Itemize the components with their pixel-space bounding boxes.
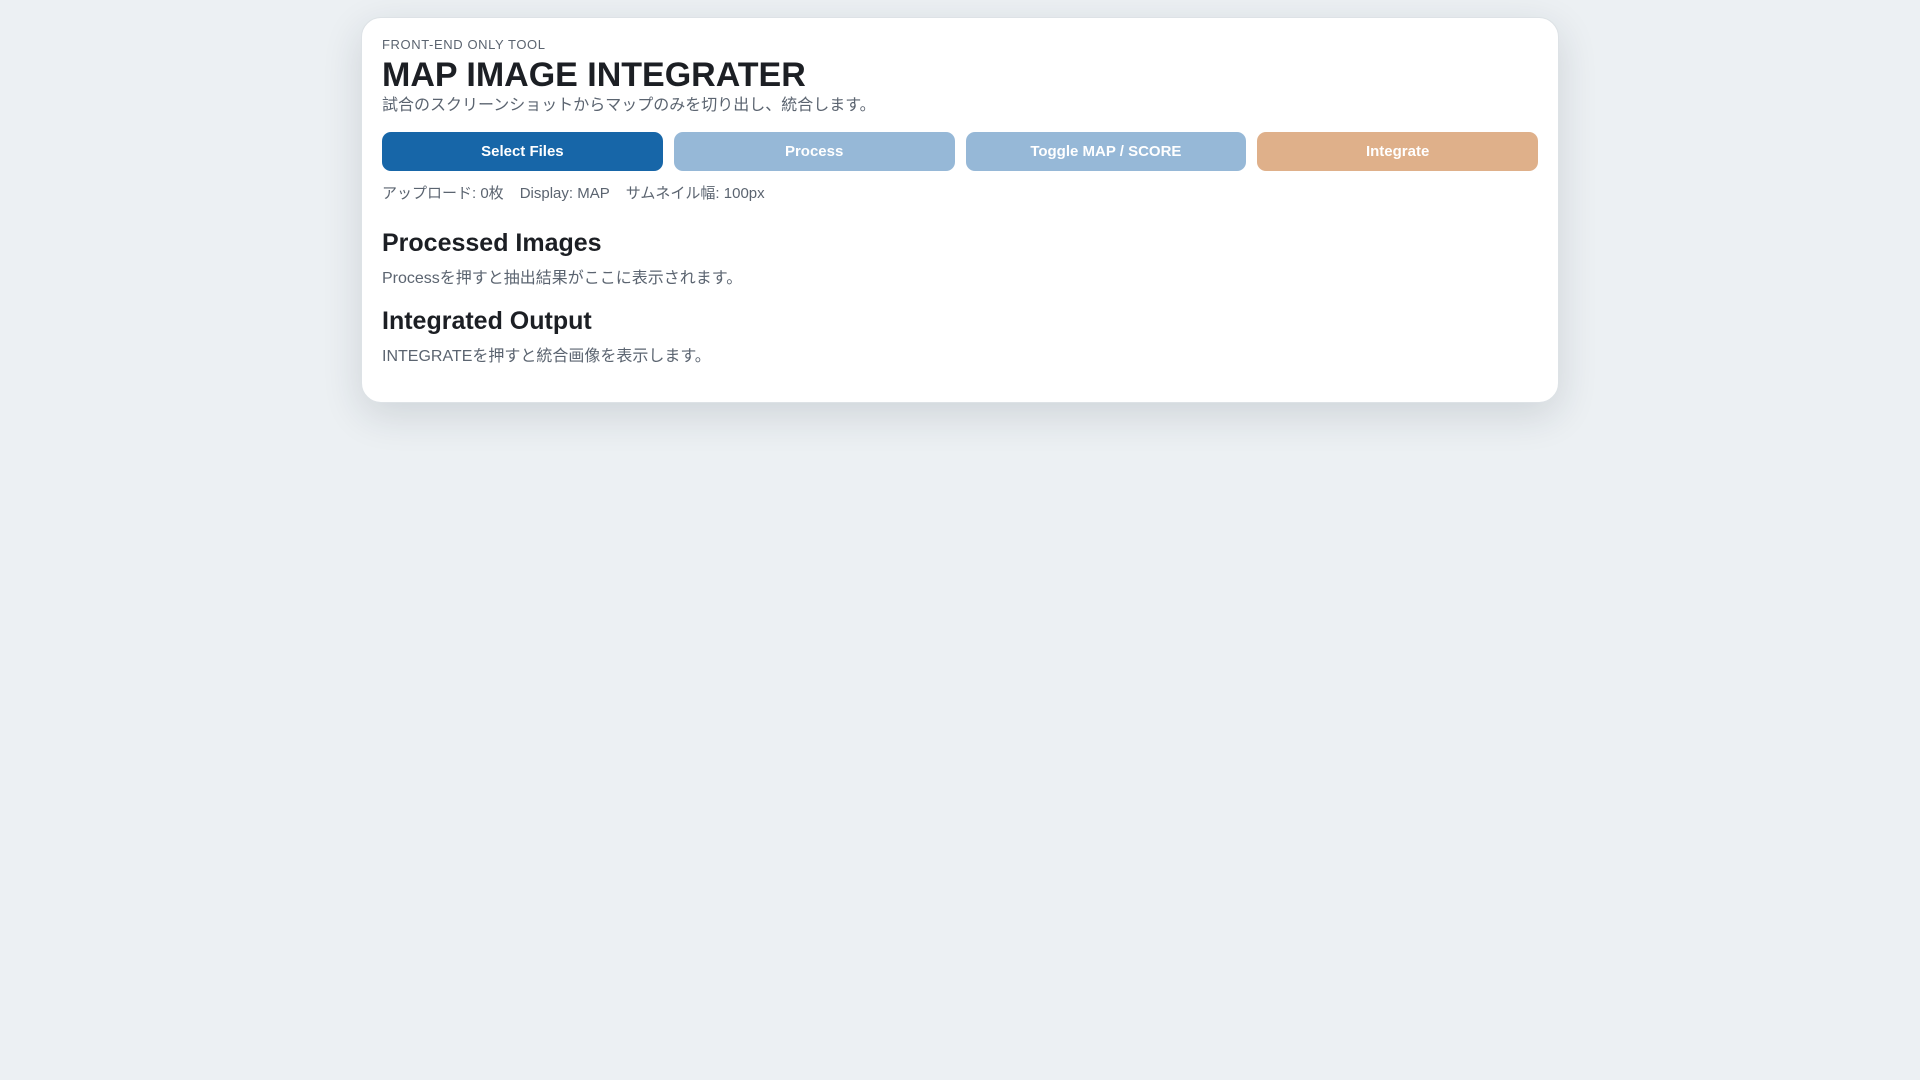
thumbnail-width: サムネイル幅: 100px (625, 185, 765, 202)
upload-count: アップロード: 0枚 (382, 185, 504, 202)
processed-images-heading: Processed Images (382, 229, 602, 257)
page-subtitle: 試合のスクリーンショットからマップのみを切り出し、統合します。 (382, 97, 876, 114)
main-card: FRONT-END ONLY TOOL MAP IMAGE INTEGRATER… (361, 17, 1559, 403)
select-files-button[interactable]: Select Files (382, 132, 663, 171)
processed-images-placeholder: Processを押すと抽出結果がここに表示されます。 (382, 270, 743, 287)
page-title: MAP IMAGE INTEGRATER (382, 56, 806, 94)
integrate-button[interactable]: Integrate (1257, 132, 1538, 171)
status-bar: アップロード: 0枚 Display: MAP サムネイル幅: 100px (382, 184, 1538, 204)
eyebrow-label: FRONT-END ONLY TOOL (382, 37, 546, 52)
toggle-map-score-button[interactable]: Toggle MAP / SCORE (965, 132, 1247, 171)
integrated-output-heading: Integrated Output (382, 307, 592, 335)
process-button[interactable]: Process (673, 132, 955, 171)
integrated-output-placeholder: INTEGRATEを押すと統合画像を表示します。 (382, 348, 711, 365)
toolbar: Select Files Process Toggle MAP / SCORE … (382, 132, 1538, 171)
display-mode: Display: MAP (519, 185, 610, 202)
